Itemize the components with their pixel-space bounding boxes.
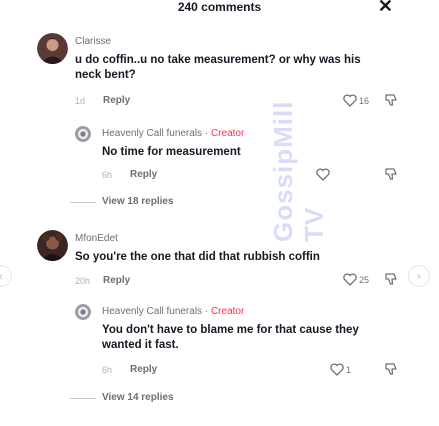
heart-icon[interactable] xyxy=(343,273,357,286)
watermark: GossipMill TV xyxy=(268,100,329,242)
reply-time: 6h xyxy=(102,170,113,180)
comment-time: 20h xyxy=(75,276,91,286)
comment-time: 1d xyxy=(75,96,86,106)
chevron-left-icon[interactable]: ‹ xyxy=(0,265,12,287)
avatar[interactable] xyxy=(37,33,68,64)
avatar[interactable] xyxy=(75,304,91,320)
comment-author[interactable]: MfonEdet xyxy=(75,233,118,244)
creator-badge: Creator xyxy=(210,128,245,139)
heart-icon[interactable] xyxy=(316,168,330,181)
creator-badge: Creator xyxy=(210,306,245,317)
reply-button[interactable]: Reply xyxy=(103,275,130,286)
heart-icon[interactable] xyxy=(330,363,344,376)
dislike-icon[interactable] xyxy=(384,93,398,107)
comment-text: u do coffin..u no take measurement? or w… xyxy=(75,54,361,81)
view-replies-button[interactable]: View 14 replies xyxy=(102,392,174,403)
reply-author-name[interactable]: Heavenly Call funerals xyxy=(102,306,202,317)
reply-button[interactable]: Reply xyxy=(103,95,130,106)
like-count: 16 xyxy=(359,96,370,106)
dislike-icon[interactable] xyxy=(384,362,398,376)
reply-author[interactable]: Heavenly Call funerals · Creator xyxy=(102,306,244,317)
reply-author[interactable]: Heavenly Call funerals · Creator xyxy=(102,128,244,139)
like-count: 1 xyxy=(346,365,352,375)
reply-button[interactable]: Reply xyxy=(130,169,157,180)
like-count: 25 xyxy=(359,275,370,285)
chevron-right-icon[interactable]: › xyxy=(408,265,430,287)
reply-text: You don't have to blame me for that caus… xyxy=(102,324,359,351)
dislike-icon[interactable] xyxy=(384,167,398,181)
reply-time: 6h xyxy=(102,365,113,375)
comment-text: So you're the one that did that rubbish … xyxy=(75,251,320,263)
reply-author-name[interactable]: Heavenly Call funerals xyxy=(102,128,202,139)
close-icon[interactable]: ✕ xyxy=(378,0,393,17)
avatar[interactable] xyxy=(37,230,68,261)
heart-icon[interactable] xyxy=(343,94,357,107)
comments-count-title: 240 comments xyxy=(177,0,262,14)
view-replies-button[interactable]: View 18 replies xyxy=(102,196,174,207)
divider xyxy=(70,202,96,203)
reply-button[interactable]: Reply xyxy=(130,364,157,375)
divider xyxy=(70,398,96,399)
reply-text: No time for measurement xyxy=(102,146,241,158)
avatar[interactable] xyxy=(75,126,91,142)
comment-author[interactable]: Clarisse xyxy=(75,36,111,47)
dislike-icon[interactable] xyxy=(384,272,398,286)
